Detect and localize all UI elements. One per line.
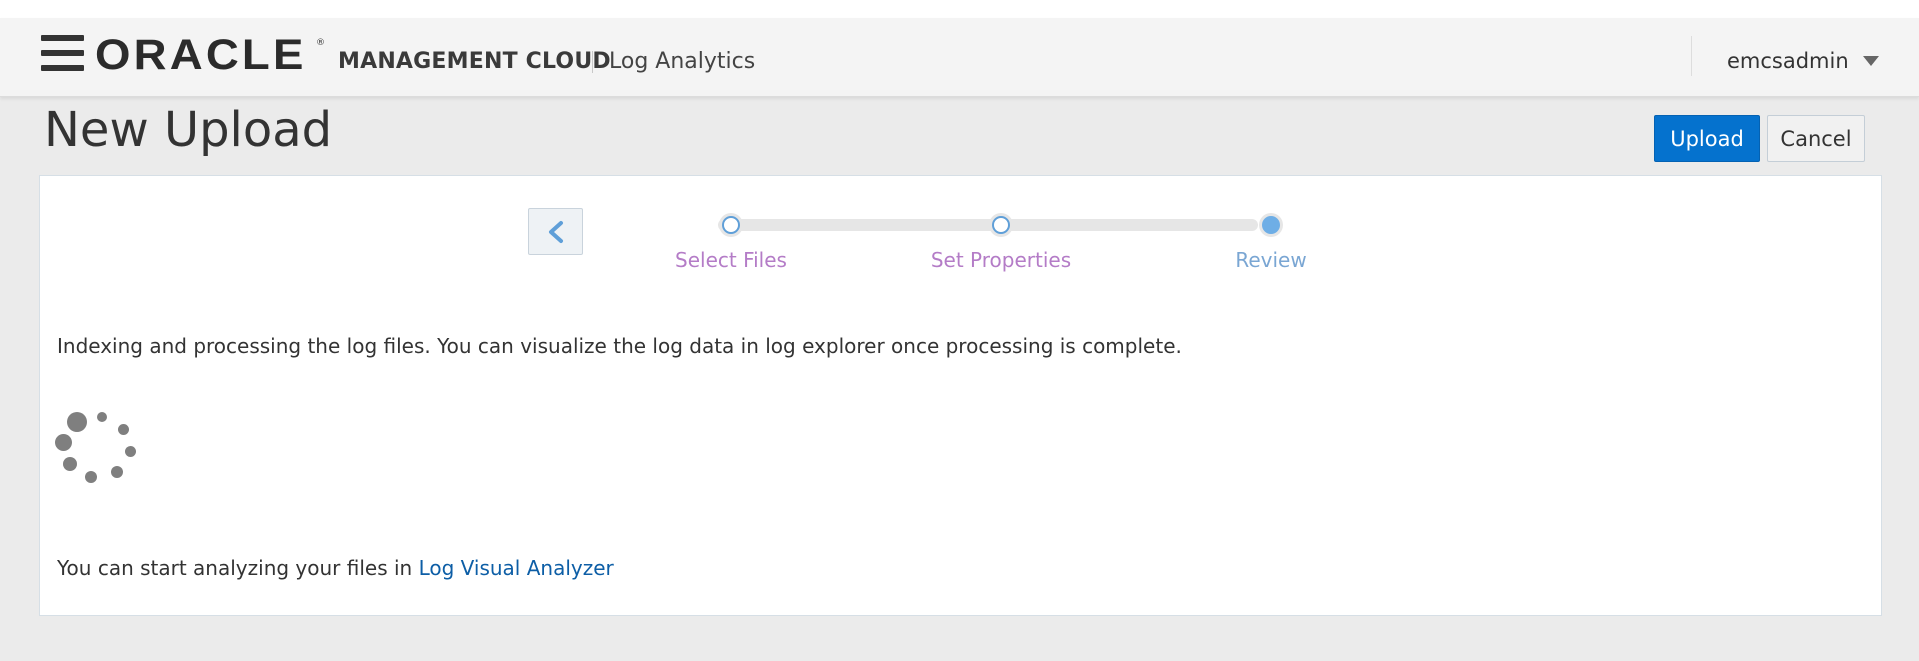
upload-button[interactable]: Upload [1654,115,1760,162]
user-name: emcsadmin [1727,49,1849,73]
browser-top-strip [0,0,1919,18]
hamburger-menu-icon[interactable] [41,35,84,73]
chevron-left-icon [549,221,563,243]
user-menu-divider [1691,36,1692,76]
app-header: ORACLE ® MANAGEMENT CLOUD Log Analytics … [0,18,1919,97]
loading-spinner-icon [55,412,141,498]
oracle-logo: ORACLE [95,31,307,79]
step-dot-select-files[interactable] [719,213,743,237]
upload-panel: Select Files Set Properties Review Index… [39,175,1882,616]
back-button[interactable] [528,208,583,255]
user-menu[interactable]: emcsadmin [1727,46,1879,76]
header-divider [592,51,593,73]
product-name: MANAGEMENT CLOUD [338,49,611,74]
step-label-set-properties[interactable]: Set Properties [931,248,1071,272]
wizard-train-track [718,219,1258,231]
cancel-button[interactable]: Cancel [1767,115,1865,162]
app-name: Log Analytics [609,49,756,74]
caret-down-icon [1862,56,1879,66]
status-message: Indexing and processing the log files. Y… [57,334,1182,358]
registered-mark: ® [316,38,325,48]
log-visual-analyzer-link[interactable]: Log Visual Analyzer [419,556,614,580]
analyze-hint-text: You can start analyzing your files in [57,556,419,580]
step-dot-set-properties[interactable] [989,213,1013,237]
step-label-select-files[interactable]: Select Files [675,248,787,272]
step-label-review: Review [1235,248,1307,272]
step-dot-review[interactable] [1259,213,1283,237]
analyze-hint: You can start analyzing your files in Lo… [57,556,614,580]
page-title: New Upload [44,102,333,158]
